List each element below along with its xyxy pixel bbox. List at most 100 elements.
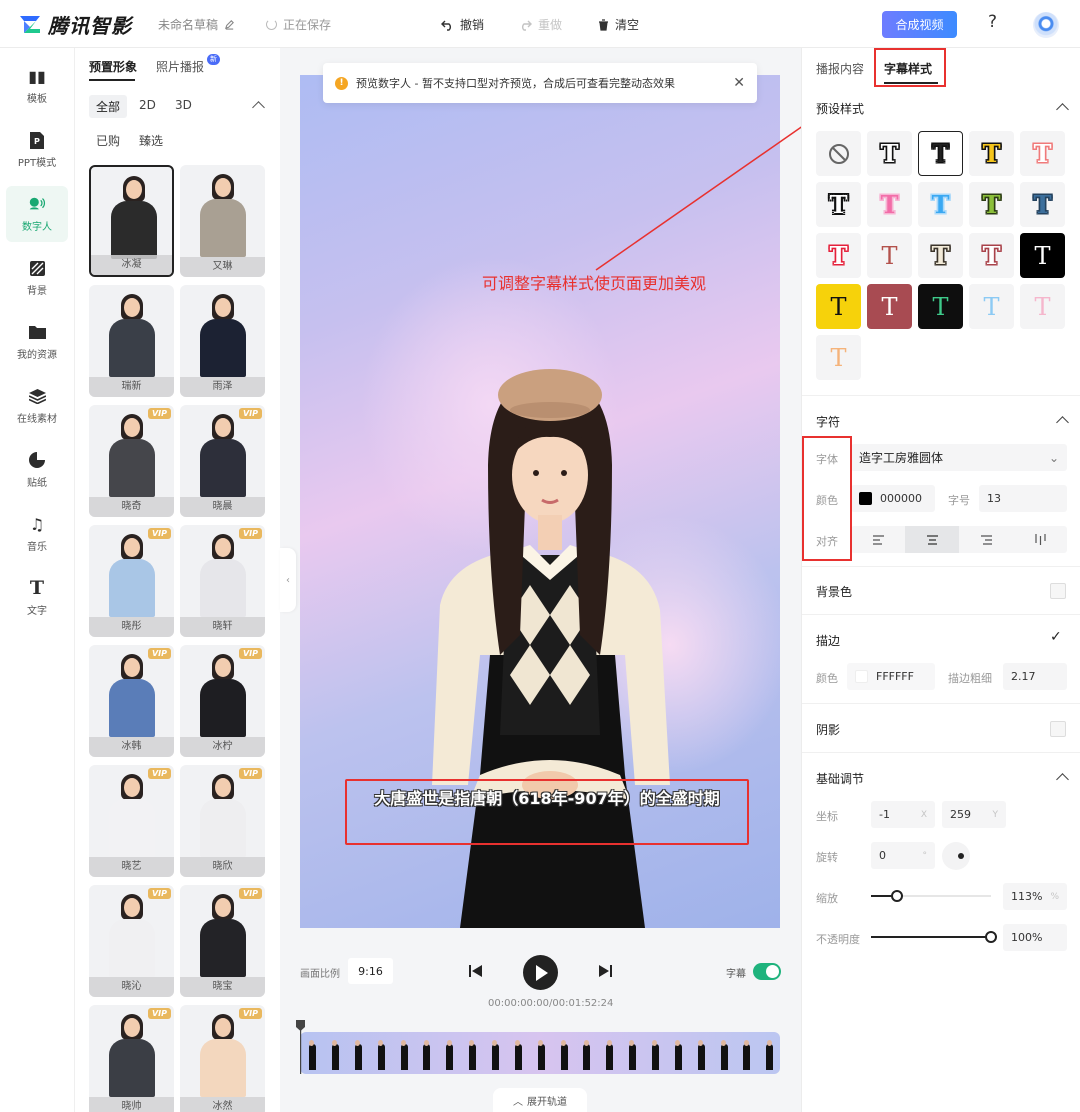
collapse-panel-handle[interactable]: ‹	[280, 548, 296, 612]
font-color-picker[interactable]: 000000	[851, 485, 935, 512]
clear-button[interactable]: 清空	[598, 16, 639, 33]
ratio-select[interactable]: 9:16	[348, 958, 393, 984]
subtitle-text[interactable]: 大唐盛世是指唐朝（618年-907年）的全盛时期	[350, 788, 744, 810]
avatar-card[interactable]: 又琳	[180, 165, 265, 277]
avatar-card[interactable]: VIP 冰韩	[89, 645, 174, 757]
slider-knob[interactable]	[985, 931, 997, 943]
filter-2d[interactable]: 2D	[132, 95, 163, 115]
slider-knob[interactable]	[891, 890, 904, 902]
redo-button[interactable]: 重做	[519, 16, 562, 33]
rotate-input[interactable]: 0 °	[871, 842, 935, 869]
preset-style-button[interactable]: T	[816, 335, 861, 380]
preset-style-button[interactable]: T	[969, 233, 1014, 278]
edit-pencil-icon[interactable]	[224, 19, 235, 30]
avatar-card[interactable]: VIP 晓帅	[89, 1005, 174, 1112]
preset-style-button[interactable]: T	[969, 182, 1014, 227]
scale-input[interactable]: 113% %	[1003, 883, 1067, 910]
nav-item-sticker[interactable]: 贴纸	[6, 442, 68, 498]
preset-style-button[interactable]: T	[867, 182, 912, 227]
collapse-basic-chevron-icon[interactable]	[1056, 773, 1069, 786]
preset-style-button[interactable]: T	[816, 284, 861, 329]
opacity-slider[interactable]	[871, 930, 997, 944]
avatar-card[interactable]: VIP 晓宝	[180, 885, 265, 997]
align-vertical-button[interactable]	[1013, 526, 1067, 553]
preset-style-button[interactable]: T	[816, 182, 861, 227]
preset-style-button[interactable]: T	[969, 284, 1014, 329]
avatar-card[interactable]: VIP 晓沁	[89, 885, 174, 997]
filter-all[interactable]: 全部	[89, 95, 128, 118]
expand-track-button[interactable]: ︿ 展开轨道	[493, 1088, 587, 1112]
coord-y-input[interactable]: 259 Y	[942, 801, 1006, 828]
avatar-card[interactable]: 冰凝	[89, 165, 174, 277]
avatar-card[interactable]: VIP 晓晨	[180, 405, 265, 517]
filter-purchased[interactable]: 已购	[89, 129, 127, 152]
nav-item-my-resources[interactable]: 我的资源	[6, 314, 68, 370]
nav-item-template[interactable]: ▮▮ 模板	[6, 58, 68, 114]
collapse-preset-chevron-icon[interactable]	[1056, 103, 1069, 116]
avatar-card[interactable]: VIP 晓欣	[180, 765, 265, 877]
nav-item-text[interactable]: T 文字	[6, 570, 68, 626]
skip-back-icon[interactable]	[468, 963, 484, 979]
undo-button[interactable]: 撤销	[441, 16, 484, 33]
preset-style-button[interactable]: T	[1020, 131, 1065, 176]
shadow-checkbox[interactable]	[1050, 721, 1066, 737]
preset-style-button[interactable]: T	[1020, 284, 1065, 329]
preset-style-button[interactable]: T	[918, 182, 963, 227]
preset-style-button[interactable]: T	[918, 131, 963, 176]
tab-photo-broadcast[interactable]: 照片播报	[156, 58, 204, 75]
subtitle-toggle[interactable]	[753, 963, 781, 980]
coord-x-input[interactable]: -1 X	[871, 801, 935, 828]
timeline-track[interactable]	[300, 1032, 780, 1074]
scale-slider[interactable]	[871, 889, 991, 903]
preset-style-button[interactable]: T	[969, 131, 1014, 176]
user-avatar[interactable]	[1033, 12, 1059, 38]
draft-name[interactable]: 未命名草稿	[158, 16, 235, 33]
playhead[interactable]	[296, 1020, 305, 1074]
preset-none-button[interactable]	[816, 131, 861, 176]
font-select[interactable]: 造字工房雅圆体 ⌄	[851, 444, 1067, 471]
stroke-checkbox[interactable]: ✓	[1050, 629, 1066, 645]
avatar-card[interactable]: VIP 冰然	[180, 1005, 265, 1112]
avatar-card[interactable]: VIP 晓奇	[89, 405, 174, 517]
preset-style-button[interactable]: T	[867, 131, 912, 176]
align-right-button[interactable]	[959, 526, 1013, 553]
preset-style-button[interactable]: T	[816, 233, 861, 278]
preset-style-button[interactable]: T	[867, 233, 912, 278]
nav-item-music[interactable]: ♫ 音乐	[6, 506, 68, 562]
nav-item-ppt[interactable]: P PPT模式	[6, 122, 68, 178]
tab-broadcast-content[interactable]: 播报内容	[816, 60, 864, 77]
compose-video-button[interactable]: 合成视频	[882, 11, 957, 38]
filter-premium[interactable]: 臻选	[132, 129, 170, 152]
close-icon[interactable]: ✕	[733, 75, 745, 91]
align-left-button[interactable]	[851, 526, 905, 553]
nav-item-online-assets[interactable]: 在线素材	[6, 378, 68, 434]
stroke-color-picker[interactable]: FFFFFF	[847, 663, 935, 690]
stroke-width-input[interactable]: 2.17	[1003, 663, 1067, 690]
avatar-card[interactable]: 雨泽	[180, 285, 265, 397]
preset-style-button[interactable]: T	[1020, 182, 1065, 227]
nav-item-digital-human[interactable]: 数字人	[6, 186, 68, 242]
rotate-dial[interactable]	[942, 842, 970, 870]
avatar-card[interactable]: 瑞新	[89, 285, 174, 397]
avatar-card[interactable]: VIP 晓轩	[180, 525, 265, 637]
preset-style-button[interactable]: T	[1020, 233, 1065, 278]
logo[interactable]: 腾讯智影	[18, 10, 132, 39]
avatar-card[interactable]: VIP 晓彤	[89, 525, 174, 637]
avatar-card[interactable]: VIP 冰柠	[180, 645, 265, 757]
collapse-char-chevron-icon[interactable]	[1056, 416, 1069, 429]
avatar-card[interactable]: VIP 晓艺	[89, 765, 174, 877]
font-size-input[interactable]: 13	[979, 485, 1067, 512]
tab-preset-avatar[interactable]: 预置形象	[89, 58, 137, 75]
preset-style-button[interactable]: T	[918, 233, 963, 278]
nav-item-background[interactable]: 背景	[6, 250, 68, 306]
preset-style-button[interactable]: T	[918, 284, 963, 329]
filter-3d[interactable]: 3D	[168, 95, 199, 115]
align-center-button[interactable]	[905, 526, 959, 553]
collapse-filters-chevron-icon[interactable]	[252, 101, 265, 114]
opacity-input[interactable]: 100%	[1003, 924, 1067, 951]
play-button[interactable]	[523, 955, 558, 990]
preset-style-button[interactable]: T	[867, 284, 912, 329]
bg-color-checkbox[interactable]	[1050, 583, 1066, 599]
help-icon[interactable]: ?	[988, 12, 997, 32]
skip-forward-icon[interactable]	[597, 963, 613, 979]
